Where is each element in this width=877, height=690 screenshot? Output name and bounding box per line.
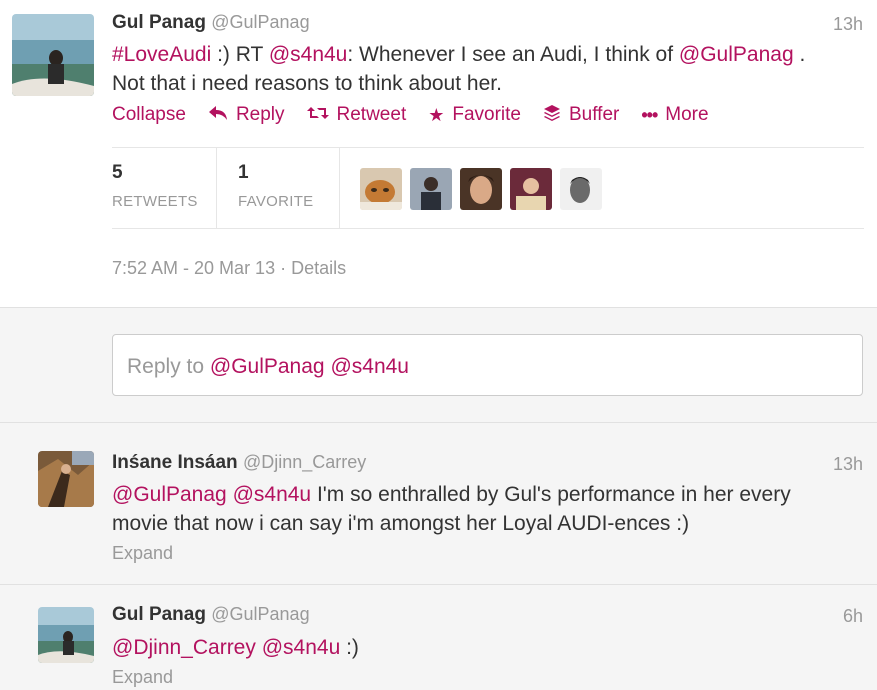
buffer-icon (543, 104, 561, 127)
reply-button[interactable]: Reply (208, 104, 285, 126)
reply-tweet[interactable]: Inśane Insáan @Djinn_Carrey 13h @GulPana… (0, 423, 877, 585)
mention-link[interactable]: @Djinn_Carrey (112, 636, 256, 659)
tweet-text-line-1: @Djinn_Carrey @s4n4u :) (112, 633, 359, 662)
tweet-time[interactable]: 13h (833, 14, 863, 35)
tweet-stats: 5 RETWEETS 1 FAVORITE (112, 147, 864, 229)
tweet-time[interactable]: 13h (833, 454, 863, 475)
favorites-stat[interactable]: 1 FAVORITE (238, 148, 338, 228)
more-button[interactable]: ••• More (641, 104, 708, 126)
tweet-text: #LoveAudi :) RT @s4n4u: Whenever I see a… (112, 40, 805, 98)
hashtag-link[interactable]: #LoveAudi (112, 43, 211, 66)
tweet-actions: Collapse Reply Retweet ★ Favorite Buffer… (112, 101, 731, 129)
reply-mention: @s4n4u (330, 355, 409, 378)
mention-link[interactable]: @GulPanag (679, 43, 794, 66)
favoriter-avatar[interactable] (560, 168, 602, 210)
star-icon: ★ (428, 104, 445, 125)
author-screenname[interactable]: @Djinn_Carrey (243, 452, 366, 472)
tweet-text-line-2: Not that i need reasons to think about h… (112, 72, 502, 95)
author-fullname[interactable]: Inśane Insáan (112, 452, 238, 473)
user-avatar[interactable] (38, 451, 94, 507)
reply-icon (208, 105, 228, 126)
mention-link[interactable]: @GulPanag (112, 483, 227, 506)
tweet-author: Gul Panag @GulPanag (112, 12, 310, 34)
favoriter-avatar[interactable] (460, 168, 502, 210)
tweet-time[interactable]: 6h (843, 606, 863, 627)
buffer-button[interactable]: Buffer (543, 104, 619, 127)
retweet-button[interactable]: Retweet (306, 104, 407, 126)
tweet-author: Gul Panag @GulPanag (112, 604, 310, 626)
expand-link[interactable]: Expand (112, 667, 173, 688)
tweet-meta: 7:52 AM - 20 Mar 13 · Details (112, 258, 346, 279)
more-label: More (665, 104, 709, 125)
tweet-text: @GulPanag @s4n4u I'm so enthralled by Gu… (112, 480, 791, 538)
favoriter-avatar[interactable] (510, 168, 552, 210)
tweet-text-line-1: @GulPanag @s4n4u I'm so enthralled by Gu… (112, 480, 791, 509)
reply-mention: @GulPanag (209, 355, 325, 378)
favorite-label: Favorite (452, 104, 521, 125)
buffer-label: Buffer (569, 104, 620, 125)
meta-separator: · (275, 258, 292, 278)
author-screenname[interactable]: @GulPanag (211, 604, 309, 624)
reply-section: Reply to @GulPanag @s4n4u (0, 308, 877, 423)
main-tweet: Gul Panag @GulPanag 13h #LoveAudi :) RT … (0, 0, 877, 308)
mention-link[interactable]: @s4n4u (233, 483, 312, 506)
author-screenname[interactable]: @GulPanag (211, 12, 309, 32)
tweet-timestamp[interactable]: 7:52 AM - 20 Mar 13 (112, 258, 275, 278)
tweet-text-part: : Whenever I see an Audi, I think of (347, 43, 679, 66)
tweet-text-line-1: #LoveAudi :) RT @s4n4u: Whenever I see a… (112, 40, 805, 69)
tweet-text-part: I'm so enthralled by Gul's performance i… (311, 483, 791, 506)
favorites-count: 1 (238, 162, 249, 183)
tweet-text-line-2: movie that now i can say i'm amongst her… (112, 512, 690, 535)
tweet-text-part: :) RT (211, 43, 269, 66)
favoriter-avatar[interactable] (360, 168, 402, 210)
tweet-author: Inśane Insáan @Djinn_Carrey (112, 452, 366, 474)
collapse-label: Collapse (112, 104, 186, 125)
favoriter-avatar[interactable] (410, 168, 452, 210)
more-dots-icon: ••• (641, 104, 658, 125)
favorite-button[interactable]: ★ Favorite (428, 104, 521, 126)
reply-placeholder-prefix: Reply to (127, 355, 210, 378)
tweet-text-part: :) (340, 636, 359, 659)
collapse-button[interactable]: Collapse (112, 104, 186, 126)
favorites-label: FAVORITE (238, 193, 314, 210)
user-avatar[interactable] (12, 14, 94, 96)
retweets-count: 5 (112, 162, 123, 183)
details-link[interactable]: Details (291, 258, 346, 278)
retweets-label: RETWEETS (112, 193, 198, 210)
reply-tweet[interactable]: Gul Panag @GulPanag 6h @Djinn_Carrey @s4… (0, 585, 877, 690)
retweet-label: Retweet (336, 104, 407, 125)
stats-divider (216, 148, 217, 228)
user-avatar[interactable] (38, 607, 94, 663)
reply-input[interactable]: Reply to @GulPanag @s4n4u (112, 334, 863, 396)
mention-link[interactable]: @s4n4u (262, 636, 341, 659)
retweets-stat[interactable]: 5 RETWEETS (112, 148, 216, 228)
mention-link[interactable]: @s4n4u (269, 43, 348, 66)
reply-label: Reply (235, 104, 285, 125)
stats-divider (339, 148, 340, 228)
tweet-text-part: . (793, 43, 806, 66)
expand-link[interactable]: Expand (112, 543, 173, 564)
retweet-icon (306, 105, 329, 126)
tweet-text: @Djinn_Carrey @s4n4u :) (112, 633, 359, 662)
author-fullname[interactable]: Gul Panag (112, 12, 206, 33)
author-fullname[interactable]: Gul Panag (112, 604, 206, 625)
